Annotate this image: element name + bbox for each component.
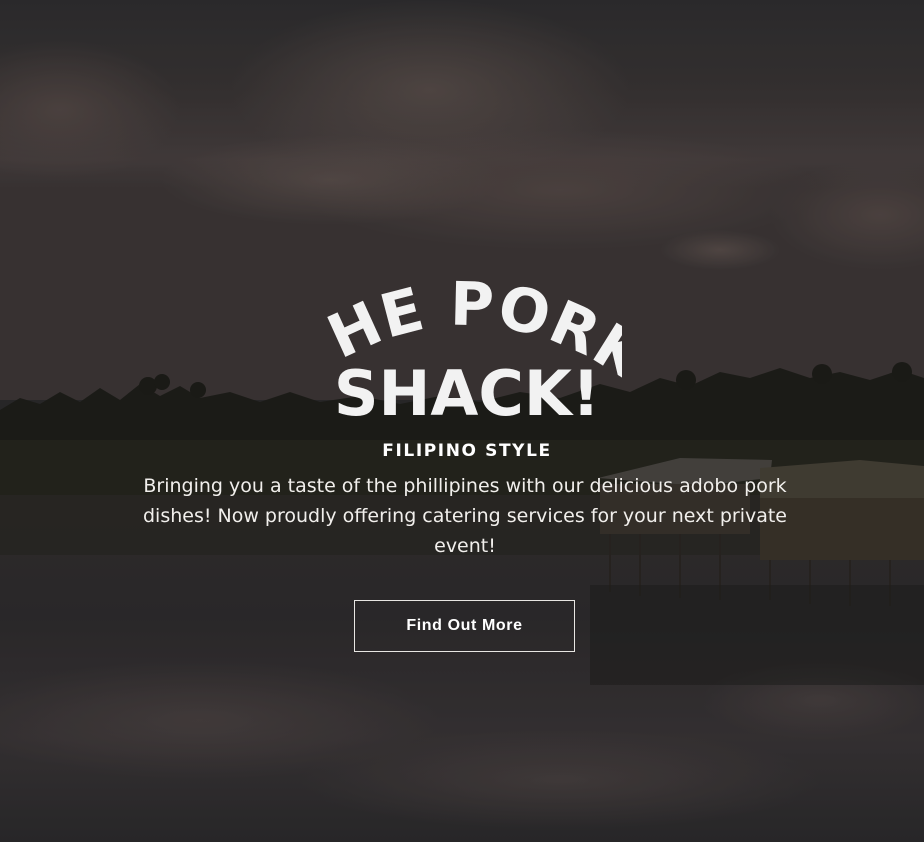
hero-description: Bringing you a taste of the phillipines …: [142, 475, 787, 557]
pork-shack-logo: THE PORK SHACK!: [312, 270, 622, 465]
brand-tagline: FILIPINO STYLE: [382, 441, 552, 461]
logo-line-2: SHACK!: [334, 357, 600, 430]
find-out-more-button[interactable]: Find Out More: [354, 600, 575, 652]
hero-section: THE PORK SHACK! FILIPINO STYLE Bringing …: [0, 0, 924, 842]
